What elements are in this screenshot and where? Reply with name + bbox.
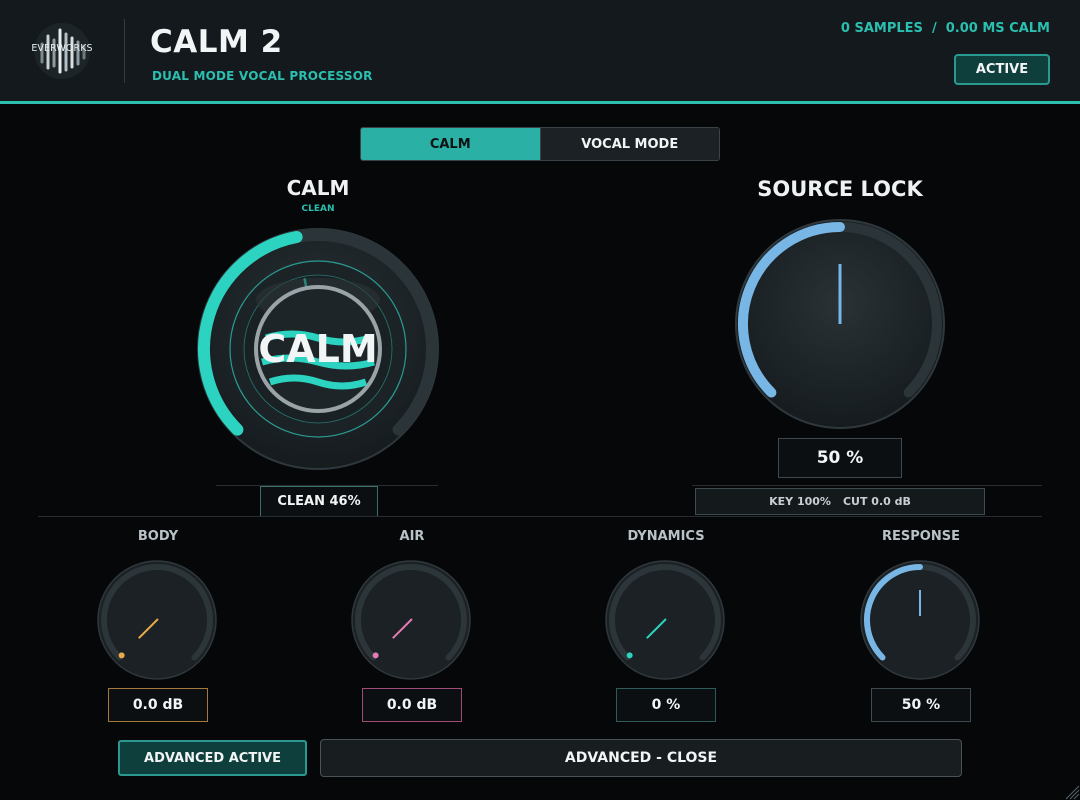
calm-title: CALM [286, 176, 350, 200]
latency-readout: 0 SAMPLES / 0.00 MS CALM [840, 21, 1050, 36]
clean-value-box[interactable]: CLEAN 46% [260, 486, 378, 517]
response-label: RESPONSE [882, 529, 960, 544]
header-accent-line [0, 101, 1080, 104]
everworks-logo: EVERWORKS [30, 22, 94, 80]
source-divider [692, 485, 1042, 486]
header-divider [124, 19, 125, 83]
calm-sublabel: CLEAN [301, 204, 335, 214]
air-knob[interactable] [347, 558, 475, 686]
knob-start-dot [372, 652, 379, 659]
response-knob[interactable] [856, 558, 984, 686]
plugin-title: CALM 2 [150, 24, 283, 60]
source-lock-value-box[interactable]: 50 % [778, 438, 902, 478]
response-value-box[interactable]: 50 % [871, 688, 971, 722]
body-knob[interactable] [93, 558, 221, 686]
knob-body [860, 560, 980, 680]
key-readout: KEY 100% [769, 495, 831, 508]
mode-vocal-button[interactable]: VOCAL MODE [539, 128, 719, 160]
section-divider [38, 516, 1042, 517]
calm-knob[interactable]: CALM [192, 226, 444, 478]
cut-readout: CUT 0.0 dB [842, 495, 911, 508]
source-lock-title: SOURCE LOCK [757, 177, 923, 201]
source-lock-knob[interactable] [730, 216, 950, 436]
air-label: AIR [399, 529, 425, 544]
air-value-box[interactable]: 0.0 dB [362, 688, 462, 722]
active-button[interactable]: ACTIVE [954, 54, 1050, 85]
mode-switch: CALM VOCAL MODE [360, 127, 720, 161]
plugin-subtitle: DUAL MODE VOCAL PROCESSOR [152, 69, 373, 83]
resize-grip-icon[interactable] [1060, 780, 1080, 800]
dynamics-knob[interactable] [601, 558, 729, 686]
body-value-box[interactable]: 0.0 dB [108, 688, 208, 722]
advanced-close-button[interactable]: ADVANCED - CLOSE [320, 739, 962, 777]
dynamics-label: DYNAMICS [627, 529, 705, 544]
header-bar: EVERWORKS CALM 2 DUAL MODE VOCAL PROCESS… [0, 0, 1080, 101]
key-cut-readout: KEY 100% CUT 0.0 dB [695, 488, 985, 515]
dynamics-value-box[interactable]: 0 % [616, 688, 716, 722]
body-label: BODY [137, 529, 179, 544]
calm-knob-text: CALM [258, 327, 377, 371]
knob-start-dot [626, 652, 633, 659]
advanced-active-button[interactable]: ADVANCED ACTIVE [118, 740, 307, 776]
logo-text: EVERWORKS [31, 43, 93, 54]
knob-start-dot [118, 652, 125, 659]
mode-calm-button[interactable]: CALM [361, 128, 540, 160]
